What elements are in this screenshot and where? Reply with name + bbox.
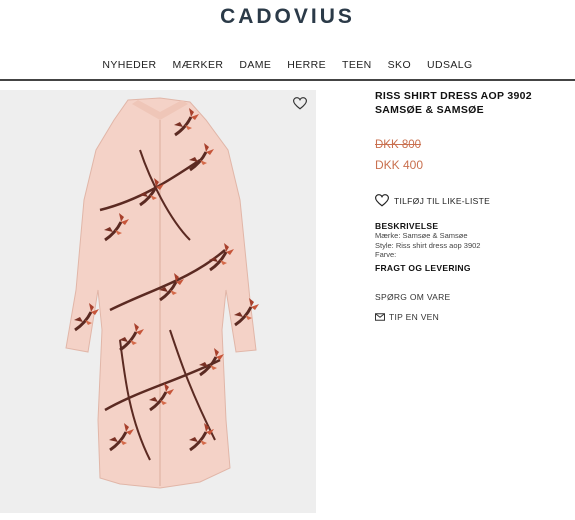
nav-item-udsalg[interactable]: UDSALG [419, 59, 481, 71]
nav-item-maerker[interactable]: MÆRKER [165, 59, 232, 71]
nav-item-herre[interactable]: HERRE [279, 59, 334, 71]
description-color: Farve: [375, 250, 397, 259]
dress-illustration [65, 97, 261, 489]
site-logo[interactable]: CADOVIUS [0, 5, 575, 29]
sale-price: DKK 400 [375, 158, 424, 172]
wishlist-label: TILFØJ TIL LIKE-LISTE [394, 195, 491, 206]
product-title: RISS SHIRT DRESS AOP 3902 SAMSØE & SAMSØ… [375, 90, 532, 116]
description-style: Style: Riss shirt dress aop 3902 [375, 240, 481, 250]
nav-item-sko[interactable]: SKO [380, 59, 419, 71]
product-image[interactable] [0, 90, 316, 513]
tip-a-friend-link[interactable]: TIP EN VEN [375, 312, 570, 322]
main-nav: NYHEDER MÆRKER DAME HERRE TEEN SKO UDSAL… [0, 59, 575, 71]
nav-item-teen[interactable]: TEEN [334, 59, 380, 71]
nav-item-dame[interactable]: DAME [231, 59, 279, 71]
add-to-wishlist-button[interactable]: TILFØJ TIL LIKE-LISTE [375, 194, 570, 207]
nav-item-nyheder[interactable]: NYHEDER [94, 59, 164, 71]
heart-icon[interactable] [293, 97, 307, 110]
envelope-icon [375, 312, 385, 321]
description-heading: BESKRIVELSE [375, 221, 439, 231]
description-brand: Mærke: Samsøe & Samsøe [375, 231, 468, 240]
heart-icon [375, 194, 389, 207]
product-info: RISS SHIRT DRESS AOP 3902 SAMSØE & SAMSØ… [375, 89, 570, 322]
tip-a-friend-label: TIP EN VEN [389, 311, 440, 322]
nav-divider [0, 79, 575, 81]
shipping-heading[interactable]: FRAGT OG LEVERING [375, 263, 570, 273]
ask-about-product-link[interactable]: SPØRG OM VARE [375, 292, 570, 302]
original-price: DKK 800 [375, 139, 422, 151]
